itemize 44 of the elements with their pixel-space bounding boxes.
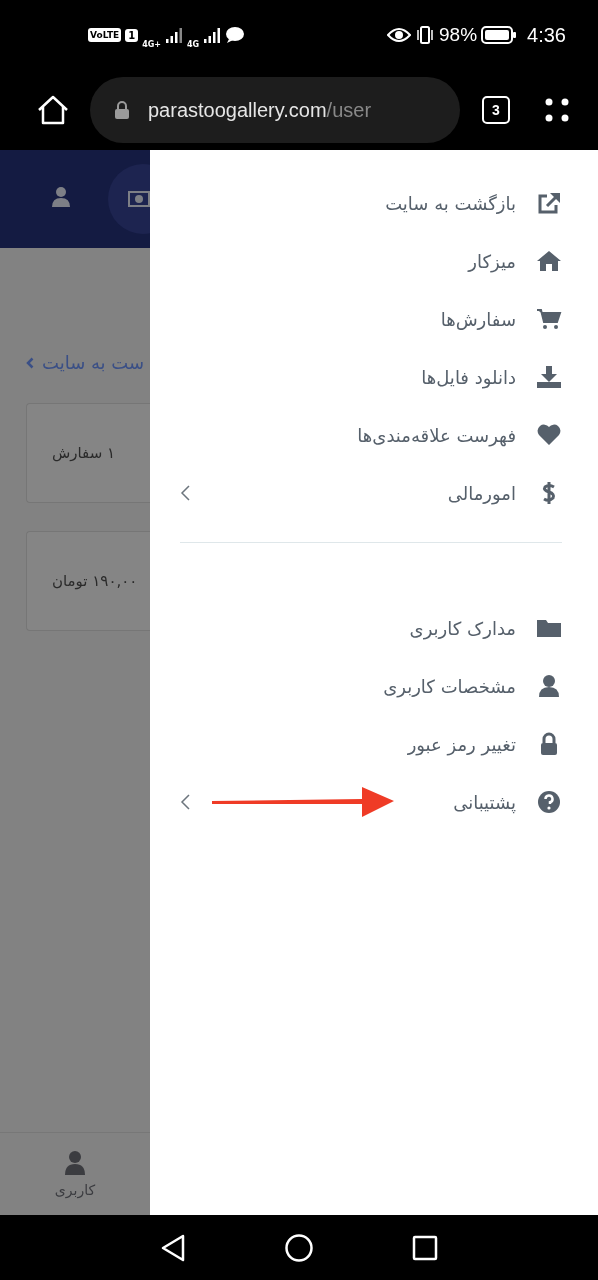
- vibrate-icon: [415, 25, 436, 45]
- heart-icon: [536, 423, 562, 447]
- user-icon: [536, 674, 562, 698]
- menu-item[interactable]: تغییر رمز عبور: [180, 715, 562, 773]
- url-text: parastoogallery.com/user: [148, 98, 372, 122]
- tab-count-button[interactable]: 3: [482, 96, 510, 124]
- menu-item[interactable]: میزکار: [180, 232, 562, 290]
- menu-item[interactable]: مدارک کاربری: [180, 599, 562, 657]
- user-icon[interactable]: [51, 186, 71, 208]
- volte-badge: VoLTE: [88, 28, 122, 42]
- menu-item[interactable]: پشتیبانی: [180, 773, 562, 831]
- network-label: 4G+: [142, 39, 161, 49]
- card-text: ۱۹۰,۰۰ تومان: [52, 572, 138, 590]
- home-icon[interactable]: [36, 94, 70, 126]
- menu-item[interactable]: مشخصات کاربری: [180, 657, 562, 715]
- battery-percent: 98%: [439, 24, 478, 46]
- cart-icon: [536, 307, 562, 331]
- help-icon: [536, 790, 562, 814]
- back-icon[interactable]: [160, 1233, 186, 1262]
- sim-badge: 1: [125, 28, 139, 42]
- home-icon[interactable]: [284, 1232, 314, 1263]
- battery-icon: [481, 25, 518, 45]
- signal-icon: [165, 27, 183, 43]
- download-icon: [536, 365, 562, 389]
- menu-item[interactable]: سفارش‌ها: [180, 290, 562, 348]
- menu-item[interactable]: امورمالی: [180, 464, 562, 522]
- menu-icon[interactable]: [544, 97, 570, 123]
- clock-time: 4:36: [527, 23, 566, 47]
- chevron-icon: [26, 356, 34, 369]
- card-text: ۱ سفارش: [52, 444, 116, 462]
- message-icon: [225, 26, 246, 44]
- eye-icon: [387, 27, 412, 43]
- lock-icon: [114, 100, 130, 120]
- menu-item[interactable]: دانلود فایل‌ها: [180, 348, 562, 406]
- external-link-icon: [536, 191, 562, 215]
- home-icon: [536, 249, 562, 273]
- recents-icon[interactable]: [412, 1234, 438, 1261]
- menu-item[interactable]: فهرست علاقه‌مندی‌ها: [180, 406, 562, 464]
- user-icon[interactable]: [64, 1150, 86, 1176]
- money-icon: [128, 191, 150, 207]
- address-bar[interactable]: parastoogallery.com/user: [90, 77, 460, 143]
- signal-icon: [203, 27, 222, 43]
- network-label: 4G: [187, 39, 200, 49]
- menu-item[interactable]: بازگشت به سایت: [180, 174, 562, 232]
